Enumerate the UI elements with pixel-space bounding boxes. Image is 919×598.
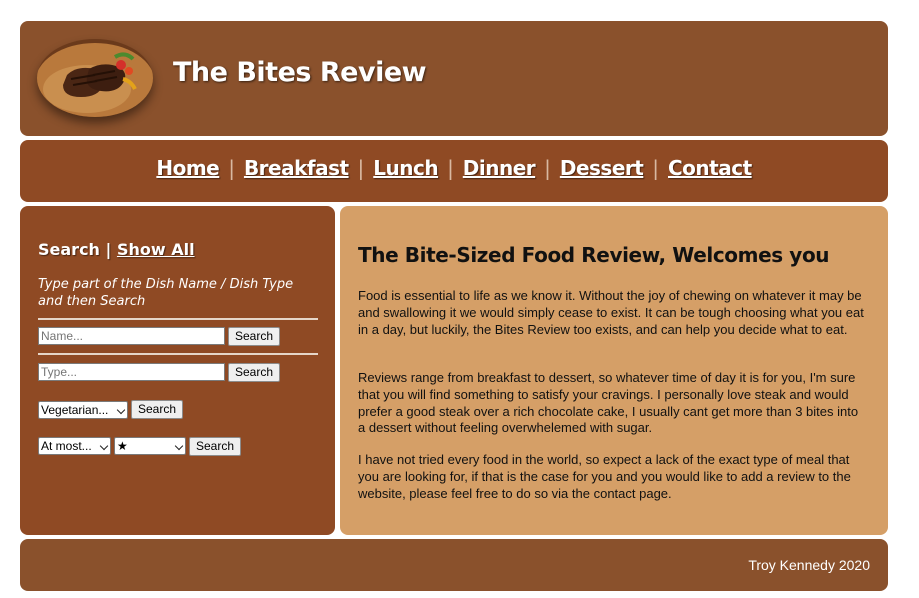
search-hint: Type part of the Dish Name / Dish Type a… [38,277,294,309]
name-search-input[interactable] [38,327,225,345]
nav-separator: | [544,156,551,180]
footer-credit: Troy Kennedy 2020 [748,557,870,573]
diet-select[interactable]: Vegetarian... [38,401,128,419]
divider [38,353,318,355]
divider [38,318,318,320]
type-search-input[interactable] [38,363,225,381]
search-sidebar: Search | Show All Type part of the Dish … [20,206,335,535]
site-footer: Troy Kennedy 2020 [20,539,888,591]
steak-dish-image [37,39,153,117]
chevron-down-icon [174,441,184,451]
nav-separator: | [357,156,365,180]
nav-link-contact[interactable]: Contact [668,156,752,180]
nav-separator: | [652,156,660,180]
nav-link-dinner[interactable]: Dinner [463,156,536,180]
type-search-button[interactable]: Search [228,363,281,382]
star-rating-value: ★ [117,439,128,453]
nav-link-breakfast[interactable]: Breakfast [244,156,349,180]
site-header: The Bites Review [20,21,888,136]
heading-separator: | [105,240,112,259]
rating-limit-value: At most... [41,439,92,453]
nav-separator: | [228,156,235,180]
show-all-link[interactable]: Show All [117,240,195,259]
intro-paragraph: Food is essential to life as we know it.… [358,288,864,337]
main-nav: Home | Breakfast | Lunch | Dinner | Dess… [20,140,888,202]
nav-link-home[interactable]: Home [156,156,219,180]
contact-paragraph: I have not tried every food in the world… [358,452,851,501]
nav-link-lunch[interactable]: Lunch [373,156,438,180]
main-content: The Bite-Sized Food Review, Welcomes you… [340,206,888,535]
search-heading: Search | Show All [38,240,195,259]
diet-search-button[interactable]: Search [131,400,184,419]
site-title: The Bites Review [173,57,427,88]
nav-separator: | [447,156,454,180]
diet-select-value: Vegetarian... [41,403,109,417]
nav-link-dessert[interactable]: Dessert [560,156,644,180]
rating-search-button[interactable]: Search [189,437,242,456]
reviews-paragraph: Reviews range from breakfast to dessert,… [358,370,859,436]
page-title: The Bite-Sized Food Review, Welcomes you [358,243,830,267]
rating-limit-select[interactable]: At most... [38,437,111,455]
chevron-down-icon [116,405,126,415]
star-rating-select[interactable]: ★ [114,437,186,455]
chevron-down-icon [99,441,109,451]
name-search-button[interactable]: Search [228,327,281,346]
search-heading-label: Search [38,240,100,259]
